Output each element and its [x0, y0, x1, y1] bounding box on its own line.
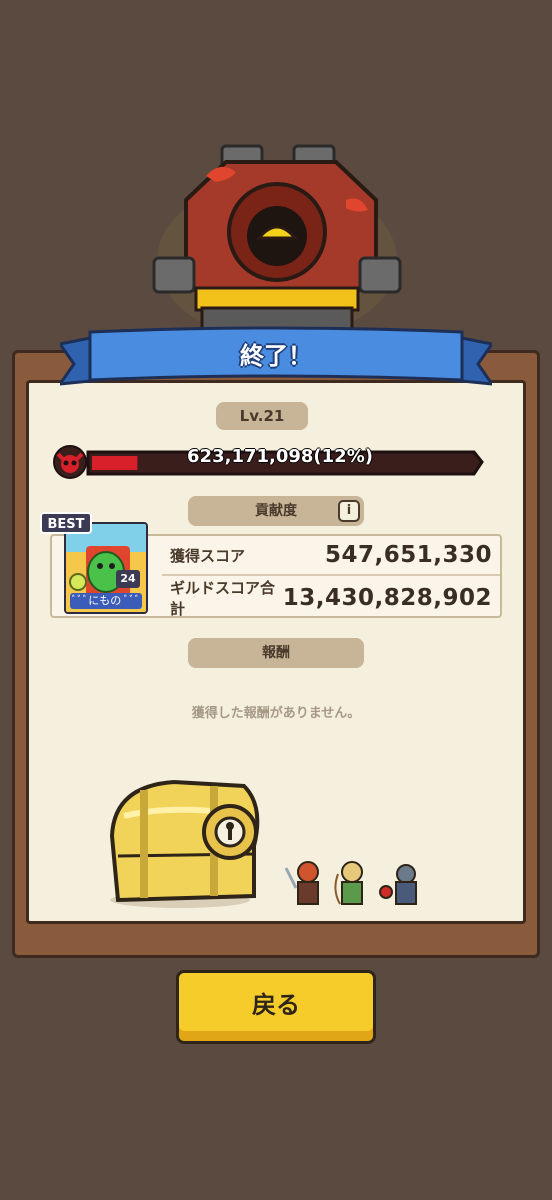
player-level: 24 — [116, 570, 140, 588]
earned-score-label: 獲得スコア — [170, 546, 246, 565]
page-title: 終了！ — [240, 342, 312, 370]
swordsman-hero-icon — [284, 861, 319, 905]
guild-score-value: 13,430,828,902 — [282, 585, 492, 611]
demon-skull-icon — [53, 445, 87, 479]
heroes-group — [284, 861, 417, 905]
knight-hero-icon — [379, 864, 417, 905]
best-badge: BEST — [40, 512, 92, 534]
contribution-label: 貢献度 — [255, 503, 297, 519]
boss-level-badge: Lv.21 — [216, 402, 308, 430]
guild-score-label: ギルドスコア合計 — [170, 579, 276, 618]
no-reward-message: 獲得した報酬がありません。 — [191, 706, 361, 721]
score-row-earned: 獲得スコア 547,651,330 — [162, 536, 500, 576]
earned-score-value: 547,651,330 — [324, 542, 492, 568]
archer-hero-icon — [334, 861, 363, 905]
info-icon[interactable]: i — [338, 500, 360, 522]
boss-illustration — [152, 144, 402, 340]
reward-header: 報酬 — [188, 638, 364, 668]
back-button[interactable]: 戻る — [176, 970, 376, 1044]
player-name: ﾞﾞﾞにもの ﾞﾞﾞ — [70, 593, 142, 609]
reward-label: 報酬 — [262, 645, 290, 661]
locked-chest-illustration — [109, 779, 260, 908]
score-row-guild-total: ギルドスコア合計 13,430,828,902 — [162, 578, 500, 618]
boss-hp-text: 623,171,098(12%) — [187, 446, 373, 467]
